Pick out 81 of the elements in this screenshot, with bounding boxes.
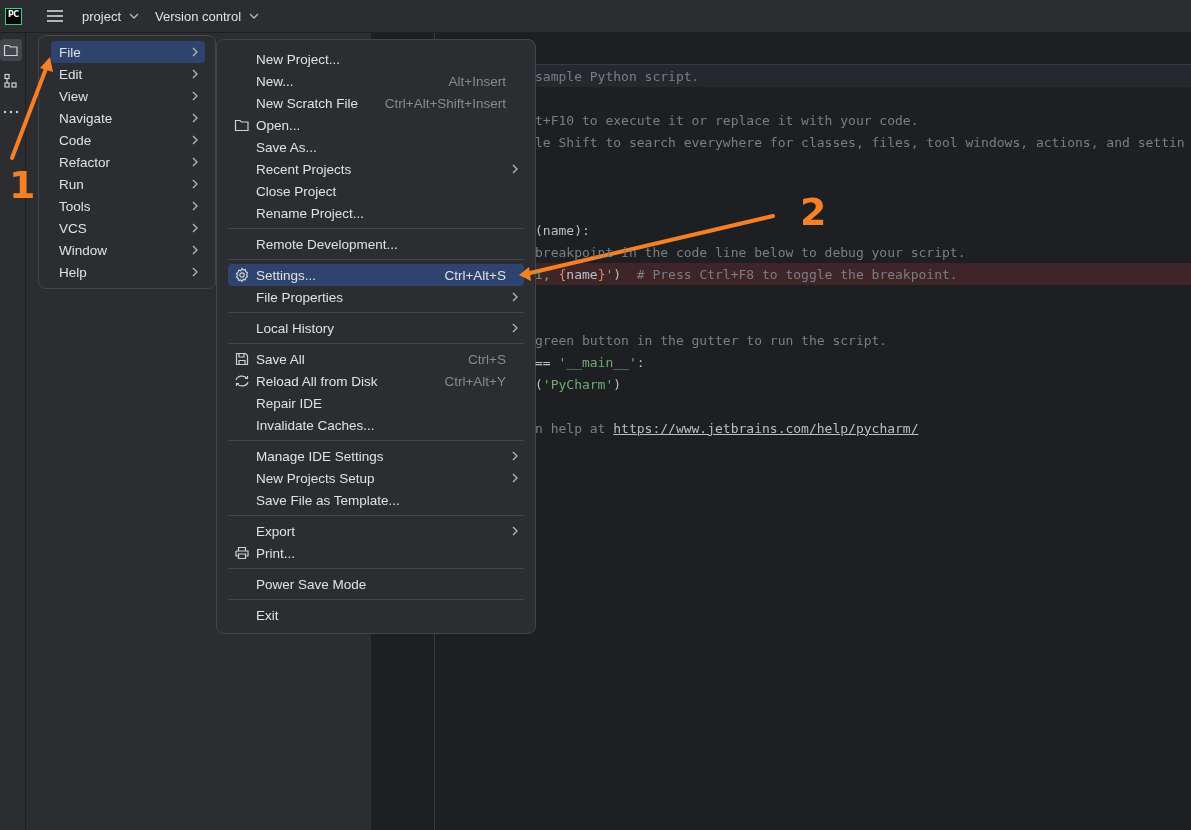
menu-item[interactable]: Power Save Mode: [228, 573, 524, 595]
menu-item[interactable]: New Scratch File Ctrl+Alt+Shift+Insert: [228, 92, 524, 114]
menu-item[interactable]: Invalidate Caches...: [228, 414, 524, 436]
menu-item[interactable]: Print...: [228, 542, 524, 564]
code-line: sample Python script.: [535, 68, 700, 84]
menu-item[interactable]: Repair IDE: [228, 392, 524, 414]
chevron-right-icon: [511, 525, 519, 537]
menu-item[interactable]: Save File as Template...: [228, 489, 524, 511]
code-line: le Shift to search everywhere for classes, files, tool windows, actions, and settin: [535, 134, 1185, 150]
shortcut-text: Ctrl+Alt+Shift+Insert: [384, 95, 506, 111]
shortcut-text: Ctrl+Alt+S: [444, 267, 506, 283]
menu-item[interactable]: Save As...: [228, 136, 524, 158]
menu-item[interactable]: VCS: [51, 217, 205, 239]
menu-item[interactable]: Navigate: [51, 107, 205, 129]
menu-item[interactable]: Save All Ctrl+S: [228, 348, 524, 370]
code-line: t+F10 to execute it or replace it with your code.: [535, 112, 919, 128]
tool-window-button[interactable]: [0, 39, 22, 61]
menu-item[interactable]: Refactor: [51, 151, 205, 173]
chevron-right-icon: [511, 291, 519, 303]
version-control-dropdown[interactable]: Version control: [155, 8, 260, 24]
menu-item[interactable]: Rename Project...: [228, 202, 524, 224]
menu-item[interactable]: Close Project: [228, 180, 524, 202]
menu-item[interactable]: New Project...: [228, 48, 524, 70]
chevron-right-icon: [191, 222, 199, 234]
menu-item[interactable]: Manage IDE Settings: [228, 445, 524, 467]
logo: PC: [5, 7, 22, 25]
menu-item[interactable]: Open...: [228, 114, 524, 136]
menu-item[interactable]: File: [51, 41, 205, 63]
menu-item[interactable]: File Properties: [228, 286, 524, 308]
chevron-right-icon: [191, 200, 199, 212]
code-line: ('PyCharm'): [535, 376, 622, 392]
chevron-down-icon: [249, 12, 260, 20]
reload-icon: [233, 373, 251, 389]
menu-item[interactable]: New... Alt+Insert: [228, 70, 524, 92]
chevron-right-icon: [191, 244, 199, 256]
chevron-right-icon: [191, 46, 199, 58]
more-icon: [3, 109, 19, 115]
menu-item[interactable]: Help: [51, 261, 205, 283]
menu-item[interactable]: Export: [228, 520, 524, 542]
chevron-right-icon: [191, 156, 199, 168]
menu-item[interactable]: Recent Projects: [228, 158, 524, 180]
chevron-right-icon: [191, 178, 199, 190]
folder-icon: [3, 43, 19, 57]
annotation-number: 1: [9, 166, 36, 204]
chevron-right-icon: [511, 322, 519, 334]
code-text: n help at: [535, 420, 607, 436]
chevron-down-icon: [129, 12, 140, 20]
chevron-right-icon: [191, 112, 199, 124]
chevron-right-icon: [511, 472, 519, 484]
chevron-right-icon: [191, 266, 199, 278]
menu-item[interactable]: New Projects Setup: [228, 467, 524, 489]
printer-icon: [234, 545, 250, 561]
gear-icon: [234, 267, 250, 283]
menu-item[interactable]: Window: [51, 239, 205, 261]
menu-icon: [46, 9, 64, 23]
chevron-right-icon: [511, 450, 519, 462]
menu-item[interactable]: Settings... Ctrl+Alt+S: [228, 264, 524, 286]
code-line: (name):: [535, 222, 590, 238]
shortcut-text: Alt+Insert: [448, 73, 506, 89]
link[interactable]: https://www.jetbrains.com/help/pycharm/: [613, 420, 919, 436]
annotation-number: 2: [800, 193, 827, 231]
menu-item[interactable]: Run: [51, 173, 205, 195]
menu-item[interactable]: Code: [51, 129, 205, 151]
shortcut-text: Ctrl+Alt+Y: [444, 373, 506, 389]
menu-item[interactable]: Local History: [228, 317, 524, 339]
chevron-right-icon: [191, 68, 199, 80]
menu-item[interactable]: View: [51, 85, 205, 107]
menu-item[interactable]: Exit: [228, 604, 524, 626]
menu-item[interactable]: Reload All from Disk Ctrl+Alt+Y: [228, 370, 524, 392]
folder-icon: [234, 118, 250, 132]
code-line: == '__main__':: [535, 354, 645, 370]
menu-item[interactable]: Remote Development...: [228, 233, 524, 255]
structure-icon: [3, 73, 19, 89]
chevron-right-icon: [191, 134, 199, 146]
code-line: green button in the gutter to run the script.: [535, 332, 888, 348]
chevron-right-icon: [191, 90, 199, 102]
chevron-right-icon: [511, 163, 519, 175]
menu-item[interactable]: Edit: [51, 63, 205, 85]
shortcut-text: Ctrl+S: [468, 351, 506, 367]
project-dropdown[interactable]: project: [82, 8, 140, 24]
menu-item[interactable]: Tools: [51, 195, 205, 217]
